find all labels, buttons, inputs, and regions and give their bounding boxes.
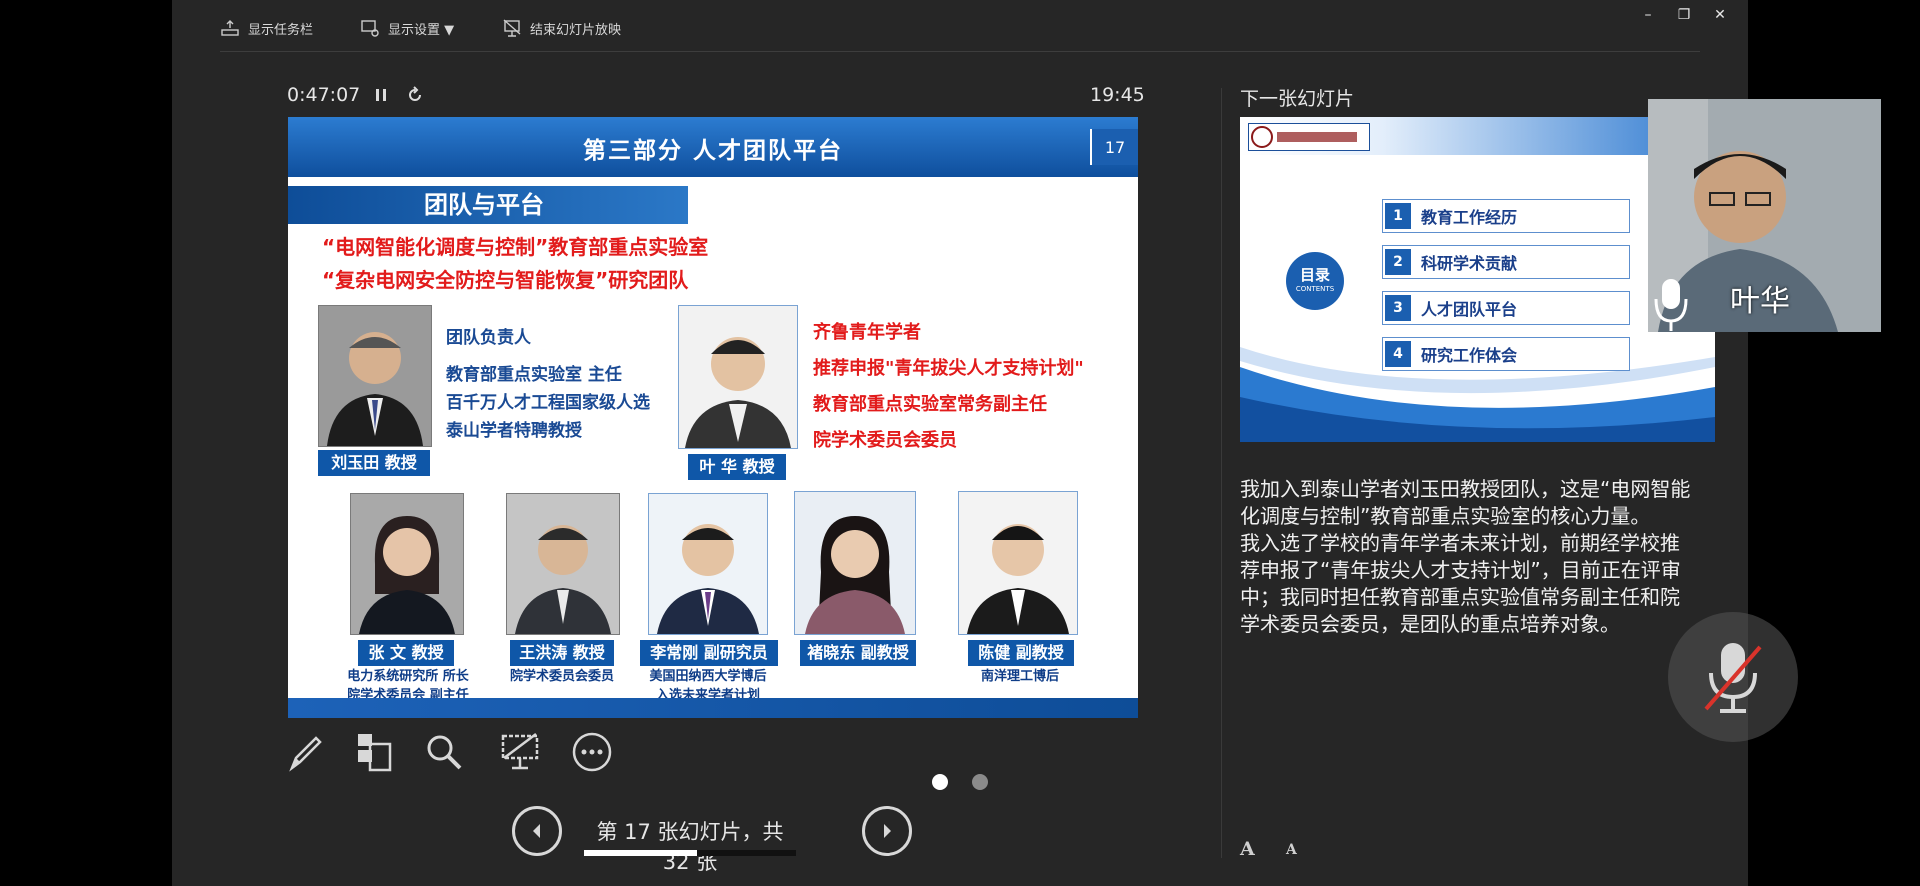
black-screen-icon [501,733,539,770]
toc-item-3-label: 人才团队平台 [1421,300,1518,319]
lab-line-1: “电网智能化调度与控制”教育部重点实验室 [322,235,709,259]
member-2-name: 王洪涛 教授 [510,640,614,666]
previous-slide-button[interactable] [512,806,562,856]
member-1-caption-1: 电力系统研究所 所长 [347,669,469,684]
page-dot-2[interactable] [972,774,988,790]
slide-number: 17 [1090,129,1138,165]
slide-footer-bar [288,698,1138,718]
display-settings-button[interactable]: 显示设置 ▼ [360,16,454,40]
slide-progress-bar [584,850,796,856]
increase-font-button[interactable]: A [1240,838,1255,860]
next-slide-label: 下一张幻灯片 [1240,88,1355,110]
member-5-caption-1: 南洋理工博后 [980,669,1059,684]
deputy-line-4: 院学术委员会委员 [813,430,957,451]
leader-line-2: 百千万人才工程国家级人选 [446,393,650,413]
magnifier-icon [427,735,462,770]
university-logo [1248,123,1370,151]
toc-item-2-label: 科研学术贡献 [1421,254,1518,273]
webcam-name-label: 叶华 [1730,284,1790,319]
slide-header: 第三部分 人才团队平台 17 [288,117,1138,177]
member-4-photo [794,491,916,635]
toc-badge: 目录 CONTENTS [1286,252,1344,310]
see-all-slides-tool[interactable] [352,730,396,774]
mic-muted-icon [1704,643,1762,713]
toc-item-1-num: 1 [1385,203,1411,229]
leader-name: 刘玉田 教授 [318,450,430,476]
speaker-notes[interactable]: 我加入到泰山学者刘玉田教授团队，这是“电网智能化调度与控制”教育部重点实验室的核… [1240,476,1692,638]
minimize-button[interactable]: – [1636,4,1660,26]
deputy-line-3: 教育部重点实验室常务副主任 [813,394,1047,415]
end-slideshow-icon [503,19,521,37]
elapsed-timer: 0:47:07 [287,84,361,106]
lab-line-2: “复杂电网安全防控与智能恢复”研究团队 [322,268,689,292]
toc-item-2-num: 2 [1385,249,1411,275]
toolbar-divider [220,51,1700,52]
member-5-photo [958,491,1078,635]
toc-item-1-label: 教育工作经历 [1421,208,1518,227]
toc-item-4: 4 研究工作体会 [1382,337,1630,371]
close-button[interactable]: ✕ [1708,4,1732,26]
pause-icon[interactable] [372,86,390,104]
pen-icon [289,736,322,772]
member-3-caption-1: 美国田纳西大学博后 [649,669,767,684]
end-slideshow-label: 结束幻灯片放映 [530,22,622,38]
pen-tool[interactable] [284,730,328,774]
next-slide-preview[interactable]: 目录 CONTENTS 1 教育工作经历 2 科研学术贡献 3 人才团队平台 4… [1240,117,1715,442]
zoom-tool[interactable] [422,730,466,774]
deputy-name: 叶 华 教授 [688,454,786,480]
slides-grid-icon [358,734,392,772]
page-dot-1[interactable] [932,774,948,790]
member-2-caption-1: 院学术委员会委员 [509,669,614,684]
show-taskbar-label: 显示任务栏 [248,22,314,38]
display-settings-icon [361,20,379,37]
taskbar-icon [221,20,239,36]
member-4-name: 褚晓东 副教授 [800,640,916,666]
restore-button[interactable]: ❐ [1672,4,1696,26]
leader-line-3: 泰山学者特聘教授 [446,421,582,441]
leader-photo [318,305,432,447]
more-icon [572,732,612,772]
member-5-name: 陈健 副教授 [968,640,1074,666]
end-slideshow-button[interactable]: 结束幻灯片放映 [502,16,621,40]
show-taskbar-button[interactable]: 显示任务栏 [220,16,313,40]
member-2-photo [506,493,620,635]
toc-item-4-num: 4 [1385,341,1411,367]
slide-progress-fill [584,850,697,856]
mic-mute-button[interactable] [1668,612,1798,742]
chevron-right-icon [884,824,891,838]
member-1-photo [350,493,464,635]
member-1-name: 张 文 教授 [358,640,454,666]
deputy-line-2: 推荐申报"青年拔尖人才支持计划" [813,358,1084,379]
presenter-view: 显示任务栏 显示设置 ▼ 结束幻灯片放映 – ❐ ✕ 0:47:07 19:45… [172,0,1748,886]
display-settings-label: 显示设置 ▼ [388,22,455,38]
toc-item-3-num: 3 [1385,295,1411,321]
leader-role: 团队负责人 [446,328,531,348]
decrease-font-button[interactable]: A [1286,842,1297,858]
leader-line-1: 教育部重点实验室 主任 [446,365,622,385]
toc-item-1: 1 教育工作经历 [1382,199,1630,233]
toc-title: 目录 [1299,266,1330,284]
pane-divider [1221,88,1222,858]
deputy-line-1: 齐鲁青年学者 [813,322,921,343]
member-3-photo [648,493,768,635]
toc-item-4-label: 研究工作体会 [1421,346,1518,365]
deputy-photo [678,305,798,449]
next-slide-button[interactable] [862,806,912,856]
webcam-feed: 叶华 [1648,99,1881,332]
section-heading: 团队与平台 [288,186,688,224]
member-3-name: 李常刚 副研究员 [640,640,778,666]
slide-counter: 第 17 张幻灯片，共 32 张 [596,820,784,874]
current-slide[interactable]: 第三部分 人才团队平台 17 团队与平台 “电网智能化调度与控制”教育部重点实验… [288,117,1138,718]
slide-title: 第三部分 人才团队平台 [582,138,843,164]
toc-subtitle: CONTENTS [1295,285,1335,293]
toc-item-3: 3 人才团队平台 [1382,291,1630,325]
black-screen-tool[interactable] [498,730,542,774]
more-options-tool[interactable] [570,730,614,774]
toc-item-2: 2 科研学术贡献 [1382,245,1630,279]
chevron-left-icon [533,824,540,838]
clock: 19:45 [1090,84,1145,106]
restart-timer-icon[interactable] [406,86,424,104]
